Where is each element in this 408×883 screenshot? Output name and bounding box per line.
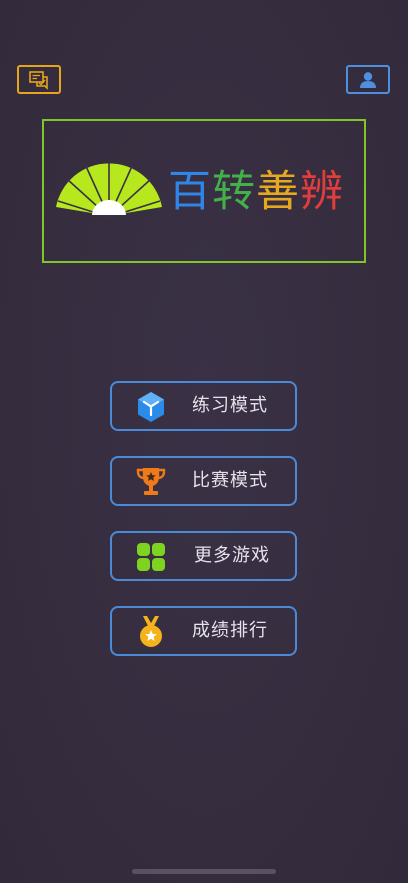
leaderboard-button[interactable]: 成绩排行 [110,606,297,656]
competition-mode-label: 比赛模式 [192,470,268,491]
cube-icon [135,391,167,423]
medal-icon [135,616,167,648]
more-games-button[interactable]: 更多游戏 [110,531,297,581]
profile-button[interactable] [346,65,390,94]
feedback-button[interactable] [17,65,61,94]
user-icon [360,71,376,88]
title-char-1: 百 [168,167,212,217]
grid-icon [135,541,167,573]
practice-mode-button[interactable]: 练习模式 [110,381,297,431]
app-logo-banner: 百转善辨 [42,119,366,263]
feedback-chat-icon [29,70,48,90]
practice-mode-label: 练习模式 [192,395,268,416]
app-title: 百转善辨 [168,165,344,219]
title-char-3: 善 [256,167,300,217]
home-screen: 百转善辨 练习模式 比赛模式 更多游戏 成绩排行 [0,0,408,883]
title-char-2: 转 [212,167,256,217]
home-indicator[interactable] [132,869,276,874]
title-char-4: 辨 [300,167,344,217]
competition-mode-button[interactable]: 比赛模式 [110,456,297,506]
leaderboard-label: 成绩排行 [192,620,268,641]
folding-fan-icon [56,159,162,218]
trophy-icon [135,466,167,498]
more-games-label: 更多游戏 [194,545,270,566]
